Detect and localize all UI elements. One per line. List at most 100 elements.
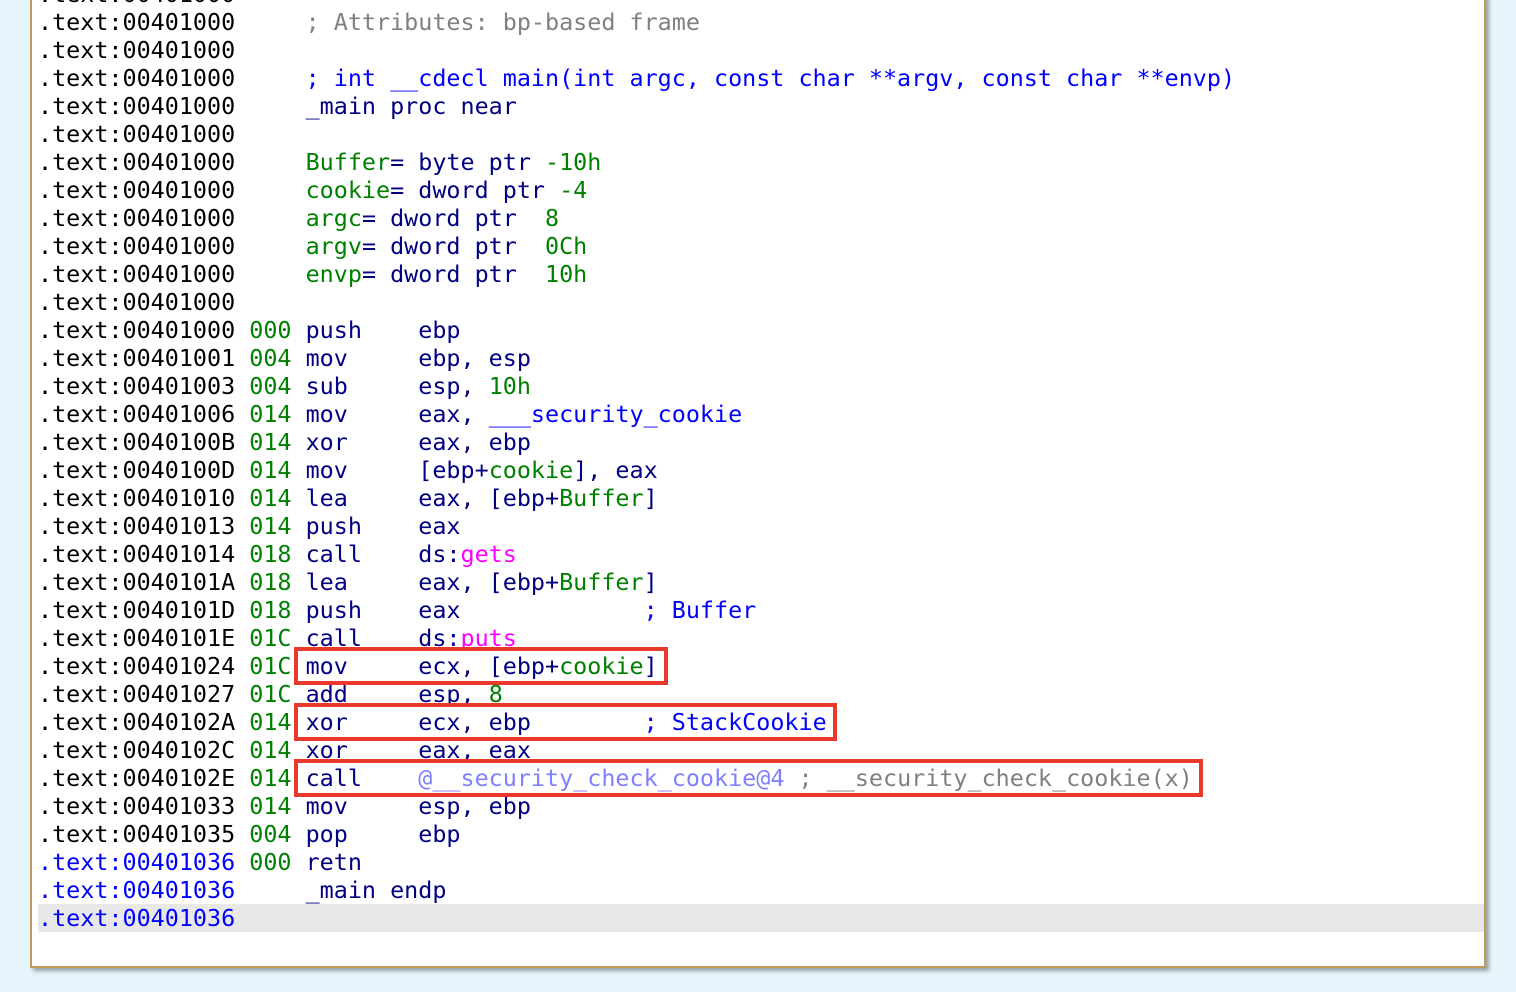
disasm-line[interactable]: .text:00401013 014 push eax bbox=[38, 512, 1484, 540]
line-address[interactable]: .text:0040102E bbox=[38, 764, 235, 792]
instruction-token[interactable]: argc bbox=[306, 204, 362, 232]
instruction-token[interactable]: ___security_cookie bbox=[489, 400, 742, 428]
disasm-line[interactable]: .text:00401000 argv= dword ptr 0Ch bbox=[38, 232, 1484, 260]
line-address[interactable]: .text:00401000 bbox=[38, 120, 235, 148]
line-address[interactable]: .text:00401010 bbox=[38, 484, 235, 512]
instruction-token[interactable]: Buffer bbox=[306, 148, 391, 176]
instruction-token: lea bbox=[305, 484, 419, 512]
line-address[interactable]: .text:0040100D bbox=[38, 456, 235, 484]
line-address[interactable]: .text:00401036 bbox=[38, 904, 235, 932]
disasm-line[interactable]: .text:00401001 004 mov ebp, esp bbox=[38, 344, 1484, 372]
line-address[interactable]: .text:0040102A bbox=[38, 708, 235, 736]
instruction-token: ], eax bbox=[573, 456, 658, 484]
instruction-token: ; Buffer bbox=[643, 596, 757, 624]
line-address[interactable]: .text:00401027 bbox=[38, 680, 235, 708]
line-address[interactable]: .text:00401000 bbox=[38, 316, 235, 344]
line-address[interactable]: .text:00401000 bbox=[38, 0, 235, 8]
disasm-line[interactable]: .text:00401024 01C mov ecx, [ebp+cookie] bbox=[38, 652, 1484, 680]
line-address[interactable]: .text:00401006 bbox=[38, 400, 235, 428]
disasm-line[interactable]: .text:00401000 argc= dword ptr 8 bbox=[38, 204, 1484, 232]
disasm-line[interactable]: .text:00401036 _main endp bbox=[38, 876, 1484, 904]
disasm-line[interactable]: .text:00401003 004 sub esp, 10h bbox=[38, 372, 1484, 400]
disasm-line[interactable]: .text:00401000 cookie= dword ptr -4 bbox=[38, 176, 1484, 204]
disasm-line[interactable]: .text:00401000 envp= dword ptr 10h bbox=[38, 260, 1484, 288]
stack-pointer-delta: 01C bbox=[249, 652, 292, 680]
line-address[interactable]: .text:00401000 bbox=[38, 260, 235, 288]
disasm-line[interactable]: .text:00401000 Buffer= byte ptr -10h bbox=[38, 148, 1484, 176]
line-address[interactable]: .text:0040101D bbox=[38, 596, 235, 624]
line-address[interactable]: .text:0040100B bbox=[38, 428, 235, 456]
disasm-line[interactable]: .text:0040101D 018 push eax ; Buffer bbox=[38, 596, 1484, 624]
disasm-line[interactable]: .text:00401000 ; int __cdecl main(int ar… bbox=[38, 64, 1484, 92]
line-address[interactable]: .text:00401033 bbox=[38, 792, 235, 820]
stack-pointer-delta: 014 bbox=[249, 792, 292, 820]
instruction-token[interactable]: Buffer bbox=[559, 484, 644, 512]
disasm-line[interactable]: .text:00401000 bbox=[38, 120, 1484, 148]
line-address[interactable]: .text:00401001 bbox=[38, 344, 235, 372]
line-address[interactable]: .text:00401000 bbox=[38, 92, 235, 120]
line-address[interactable]: .text:00401000 bbox=[38, 8, 235, 36]
disasm-line[interactable]: .text:00401000 000 push ebp bbox=[38, 316, 1484, 344]
line-address[interactable]: .text:00401035 bbox=[38, 820, 235, 848]
instruction-token[interactable]: cookie bbox=[306, 176, 391, 204]
line-address[interactable]: .text:00401036 bbox=[38, 848, 235, 876]
stack-pointer-delta bbox=[249, 260, 291, 288]
instruction-token: ] bbox=[643, 484, 658, 512]
disasm-line[interactable]: .text:00401000 ; Attributes: bp-based fr… bbox=[38, 8, 1484, 36]
instruction-token[interactable]: puts bbox=[461, 624, 517, 652]
instruction-token: esp, bbox=[418, 372, 489, 400]
disasm-line[interactable]: .text:0040100D 014 mov [ebp+cookie], eax bbox=[38, 456, 1484, 484]
line-address[interactable]: .text:00401000 bbox=[38, 288, 235, 316]
disasm-line[interactable]: .text:0040102A 014 xor ecx, ebp ; StackC… bbox=[38, 708, 1484, 736]
line-address[interactable]: .text:00401014 bbox=[38, 540, 235, 568]
line-address[interactable]: .text:00401036 bbox=[38, 876, 235, 904]
stack-pointer-delta bbox=[249, 904, 291, 932]
disasm-line[interactable]: .text:00401027 01C add esp, 8 bbox=[38, 680, 1484, 708]
instruction-token[interactable]: cookie bbox=[559, 652, 644, 680]
disassembly-listing[interactable]: .text:00401000 .text:00401000 ; Attribut… bbox=[38, 0, 1484, 932]
instruction-token[interactable]: Buffer bbox=[559, 568, 644, 596]
instruction-token: ebp bbox=[418, 316, 461, 344]
line-address[interactable]: .text:00401000 bbox=[38, 148, 235, 176]
disasm-line[interactable]: .text:0040101E 01C call ds:puts bbox=[38, 624, 1484, 652]
disasm-line[interactable]: .text:00401000 bbox=[38, 288, 1484, 316]
line-address[interactable]: .text:00401000 bbox=[38, 36, 235, 64]
line-address[interactable]: .text:0040101E bbox=[38, 624, 235, 652]
disasm-line[interactable]: .text:00401035 004 pop ebp bbox=[38, 820, 1484, 848]
instruction-token[interactable]: cookie bbox=[489, 456, 574, 484]
line-address[interactable]: .text:0040101A bbox=[38, 568, 235, 596]
disasm-line[interactable]: .text:00401036 000 retn bbox=[38, 848, 1484, 876]
line-address[interactable]: .text:0040102C bbox=[38, 736, 235, 764]
disasm-line[interactable]: .text:0040100B 014 xor eax, ebp bbox=[38, 428, 1484, 456]
line-address[interactable]: .text:00401000 bbox=[38, 204, 235, 232]
stack-pointer-delta: 018 bbox=[249, 540, 292, 568]
line-address[interactable]: .text:00401000 bbox=[38, 232, 235, 260]
disasm-line[interactable]: .text:0040102C 014 xor eax, eax bbox=[38, 736, 1484, 764]
instruction-token[interactable]: argv bbox=[306, 232, 362, 260]
line-address[interactable]: .text:00401024 bbox=[38, 652, 235, 680]
instruction-token: 10h bbox=[545, 260, 588, 288]
instruction-token: call bbox=[305, 624, 419, 652]
disasm-line[interactable]: .text:00401010 014 lea eax, [ebp+Buffer] bbox=[38, 484, 1484, 512]
instruction-token[interactable]: gets bbox=[461, 540, 517, 568]
instruction-token: ] bbox=[643, 652, 658, 680]
instruction-token[interactable]: @__security_check_cookie@4 bbox=[418, 764, 784, 792]
line-address[interactable]: .text:00401003 bbox=[38, 372, 235, 400]
line-address[interactable]: .text:00401013 bbox=[38, 512, 235, 540]
line-address[interactable]: .text:00401000 bbox=[38, 176, 235, 204]
stack-pointer-delta: 014 bbox=[249, 708, 292, 736]
line-address[interactable]: .text:00401000 bbox=[38, 64, 235, 92]
disasm-line[interactable]: .text:0040102E 014 call @__security_chec… bbox=[38, 764, 1484, 792]
stack-pointer-delta bbox=[249, 232, 291, 260]
disasm-line[interactable]: .text:00401000 _main proc near bbox=[38, 92, 1484, 120]
disasm-line[interactable]: .text:0040101A 018 lea eax, [ebp+Buffer] bbox=[38, 568, 1484, 596]
disasm-line[interactable]: .text:00401006 014 mov eax, ___security_… bbox=[38, 400, 1484, 428]
stack-pointer-delta bbox=[249, 204, 291, 232]
instruction-token: ecx, [ebp+ bbox=[418, 652, 560, 680]
disasm-line[interactable]: .text:00401000 bbox=[38, 0, 1484, 8]
disasm-line[interactable]: .text:00401014 018 call ds:gets bbox=[38, 540, 1484, 568]
current-line[interactable]: .text:00401036 bbox=[38, 904, 1484, 932]
instruction-token[interactable]: envp bbox=[306, 260, 362, 288]
disasm-line[interactable]: .text:00401033 014 mov esp, ebp bbox=[38, 792, 1484, 820]
disasm-line[interactable]: .text:00401000 bbox=[38, 36, 1484, 64]
